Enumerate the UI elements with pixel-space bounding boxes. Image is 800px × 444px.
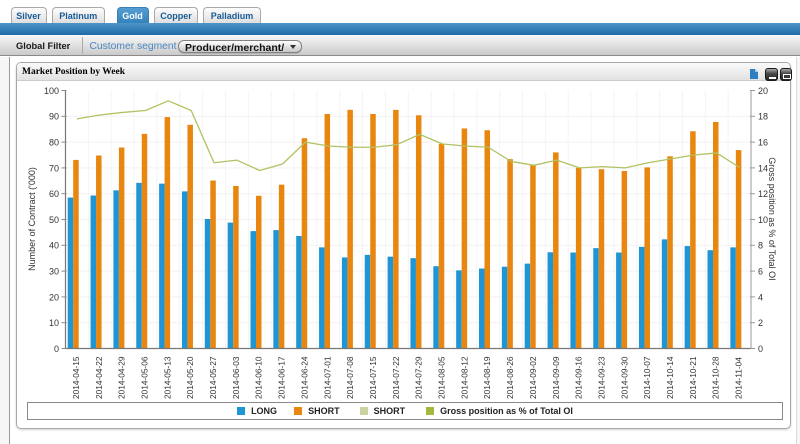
svg-text:20: 20 — [758, 86, 768, 96]
svg-text:2014-09-23: 2014-09-23 — [596, 356, 606, 399]
svg-text:70: 70 — [49, 163, 59, 173]
svg-text:2014-09-30: 2014-09-30 — [619, 356, 629, 399]
svg-text:2014-07-15: 2014-07-15 — [368, 356, 378, 399]
svg-text:10: 10 — [49, 318, 59, 328]
svg-text:50: 50 — [49, 215, 59, 225]
svg-text:2014-09-16: 2014-09-16 — [574, 356, 584, 399]
svg-text:80: 80 — [49, 138, 59, 148]
svg-text:40: 40 — [49, 241, 59, 251]
svg-text:2014-06-03: 2014-06-03 — [231, 356, 241, 399]
svg-text:14: 14 — [758, 163, 768, 173]
svg-text:2014-10-14: 2014-10-14 — [665, 356, 675, 399]
svg-text:Gross position as % of Total O: Gross position as % of Total OI — [767, 157, 777, 280]
svg-text:2014-07-22: 2014-07-22 — [391, 356, 401, 399]
svg-text:2014-06-17: 2014-06-17 — [277, 356, 287, 399]
svg-text:2014-04-15: 2014-04-15 — [71, 356, 81, 399]
svg-text:8: 8 — [758, 241, 763, 251]
svg-text:100: 100 — [44, 86, 59, 96]
svg-text:2014-07-08: 2014-07-08 — [345, 356, 355, 399]
svg-text:2014-06-24: 2014-06-24 — [299, 356, 309, 399]
svg-text:2014-05-13: 2014-05-13 — [162, 356, 172, 399]
svg-text:2014-10-28: 2014-10-28 — [711, 356, 721, 399]
svg-text:2014-07-29: 2014-07-29 — [414, 356, 424, 399]
svg-text:2014-08-26: 2014-08-26 — [505, 356, 515, 399]
svg-text:2014-08-19: 2014-08-19 — [482, 356, 492, 399]
svg-text:2014-04-29: 2014-04-29 — [117, 356, 127, 399]
svg-text:2014-10-21: 2014-10-21 — [688, 356, 698, 399]
svg-text:60: 60 — [49, 189, 59, 199]
svg-text:2: 2 — [758, 318, 763, 328]
svg-text:2014-10-07: 2014-10-07 — [642, 356, 652, 399]
svg-text:2014-07-01: 2014-07-01 — [322, 356, 332, 399]
svg-text:12: 12 — [758, 189, 768, 199]
svg-text:2014-08-05: 2014-08-05 — [437, 356, 447, 399]
svg-text:10: 10 — [758, 215, 768, 225]
svg-text:2014-11-04: 2014-11-04 — [734, 357, 744, 399]
svg-text:2014-08-12: 2014-08-12 — [459, 356, 469, 399]
svg-text:4: 4 — [758, 292, 763, 302]
svg-text:2014-09-09: 2014-09-09 — [551, 356, 561, 399]
svg-text:2014-09-02: 2014-09-02 — [528, 356, 538, 399]
svg-text:2014-06-10: 2014-06-10 — [254, 356, 264, 399]
svg-text:6: 6 — [758, 267, 763, 277]
svg-text:30: 30 — [49, 267, 59, 277]
svg-text:2014-04-22: 2014-04-22 — [94, 356, 104, 399]
svg-text:2014-05-20: 2014-05-20 — [185, 356, 195, 399]
svg-text:2014-05-06: 2014-05-06 — [139, 356, 149, 399]
svg-text:90: 90 — [49, 112, 59, 122]
svg-text:16: 16 — [758, 138, 768, 148]
svg-text:Number of Contract ('000): Number of Contract ('000) — [27, 167, 37, 271]
svg-text:2014-05-27: 2014-05-27 — [208, 356, 218, 399]
svg-text:0: 0 — [758, 344, 763, 354]
svg-text:20: 20 — [49, 292, 59, 302]
svg-text:18: 18 — [758, 112, 768, 122]
svg-text:0: 0 — [54, 344, 59, 354]
